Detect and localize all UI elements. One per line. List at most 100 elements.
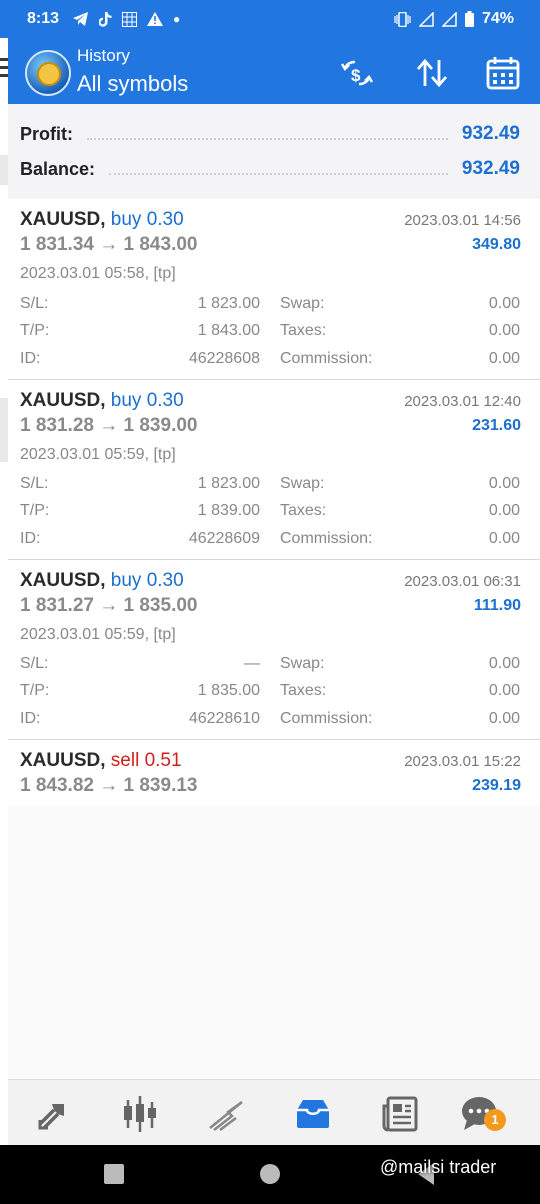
calendar-icon[interactable] [485,56,521,90]
sl-value: 1 823.00 [197,475,260,492]
deal-profit: 349.80 [472,236,521,253]
taxes-value: 0.00 [488,322,520,339]
detail-row: T/P: 1 843.00 Taxes: 0.00 [20,322,520,344]
swap-label: Swap: [280,475,325,492]
deal-close-time: 2023.03.01 12:40 [404,393,521,410]
detail-row: S/L: — Swap: 0.00 [20,655,520,677]
taxes-label: Taxes: [280,322,327,339]
commission-label: Commission: [280,530,373,547]
deal-prices: 1 831.28 → 1 839.00 [20,415,198,436]
commission-label: Commission: [280,350,373,367]
tiktok-icon [99,11,112,27]
deal-open-time: 2023.03.01 05:58, [tp] [20,265,176,282]
profit-label: Profit: [20,123,73,144]
signal-icon [418,11,434,27]
sort-icon[interactable] [414,56,450,90]
swap-label: Swap: [280,295,325,312]
tp-value: 1 839.00 [197,502,260,519]
id-label: ID: [20,350,41,367]
empty-list-area [8,806,540,1079]
deal-close-time: 2023.03.01 14:56 [404,212,521,229]
commission-label: Commission: [280,710,373,727]
watermark-text: @mailsi trader [380,1157,497,1177]
detail-row: ID: 46228610 Commission: 0.00 [20,710,520,732]
deal-open-time: 2023.03.01 05:59, [tp] [20,626,176,643]
symbols-icon[interactable]: $ [339,56,375,90]
recents-button[interactable] [104,1164,124,1184]
signal-icon-2 [441,11,457,27]
id-value: 46228609 [188,530,260,547]
calendar-grid-icon [122,11,138,27]
chat-badge: 1 [484,1109,506,1131]
svg-text:$: $ [351,66,361,85]
warning-icon [147,12,164,26]
detail-row: S/L: 1 823.00 Swap: 0.00 [20,475,520,497]
news-icon[interactable] [380,1094,420,1134]
sl-value: 1 823.00 [197,295,260,312]
commission-value: 0.00 [488,350,520,367]
tp-label: T/P: [20,502,50,519]
detail-row: S/L: 1 823.00 Swap: 0.00 [20,295,520,317]
status-time: 8:13 [27,10,60,27]
deal-symbol: XAUUSD, [20,750,106,771]
app-logo[interactable] [25,50,71,96]
tp-value: 1 843.00 [197,322,260,339]
id-value: 46228608 [188,350,260,367]
swap-value: 0.00 [488,475,520,492]
page-subtitle: History [77,46,130,65]
deal-item[interactable]: XAUUSD, sell 0.51 1 843.82 → 1 839.13 20… [8,740,540,807]
id-label: ID: [20,710,41,727]
detail-row: T/P: 1 835.00 Taxes: 0.00 [20,682,520,704]
vibrate-icon [394,11,411,27]
profit-row: Profit: 932.49 [20,120,520,148]
deal-symbol: XAUUSD, [20,390,106,411]
balance-value: 932.49 [461,158,520,179]
home-button[interactable] [260,1164,280,1184]
notification-icons: ● [73,11,181,27]
deal-item[interactable]: XAUUSD, buy 0.30 1 831.27 → 1 835.00 202… [8,560,540,740]
dot-icon: ● [173,12,181,26]
status-right: 74% [394,10,514,28]
id-label: ID: [20,530,41,547]
tp-value: 1 835.00 [197,682,260,699]
profit-value: 932.49 [461,123,520,144]
deal-profit: 231.60 [472,417,521,434]
taxes-label: Taxes: [280,682,327,699]
telegram-icon [73,12,89,26]
commission-value: 0.00 [488,530,520,547]
page-title[interactable]: All symbols [77,71,188,97]
edge-marker [0,398,8,462]
balance-row: Balance: 932.49 [20,155,520,183]
detail-row: ID: 46228608 Commission: 0.00 [20,350,520,372]
detail-row: ID: 46228609 Commission: 0.00 [20,530,520,552]
account-summary: Profit: 932.49 Balance: 932.49 [8,104,540,200]
taxes-value: 0.00 [488,502,520,519]
deal-symbol: XAUUSD, [20,570,106,591]
quotes-icon[interactable] [34,1094,74,1134]
deal-side: buy 0.30 [110,390,184,411]
trade-icon[interactable] [206,1094,246,1134]
deal-profit: 239.19 [472,777,521,794]
history-icon[interactable] [293,1094,333,1134]
deal-prices: 1 843.82 → 1 839.13 [20,775,198,796]
deal-close-time: 2023.03.01 06:31 [404,573,521,590]
deal-item[interactable]: XAUUSD, buy 0.30 1 831.34 → 1 843.00 202… [8,199,540,380]
commission-value: 0.00 [488,710,520,727]
balance-label: Balance: [20,158,96,179]
chart-icon[interactable] [120,1094,160,1134]
sl-label: S/L: [20,295,49,312]
deal-symbol: XAUUSD, [20,209,106,230]
deal-prices: 1 831.27 → 1 835.00 [20,595,198,616]
sl-label: S/L: [20,475,49,492]
deal-close-time: 2023.03.01 15:22 [404,753,521,770]
deal-side: sell 0.51 [110,750,182,771]
taxes-label: Taxes: [280,502,327,519]
deal-side: buy 0.30 [110,209,184,230]
detail-row: T/P: 1 839.00 Taxes: 0.00 [20,502,520,524]
swap-value: 0.00 [488,655,520,672]
status-bar: 8:13 ● 74% [0,0,540,38]
deal-side: buy 0.30 [110,570,184,591]
deal-item[interactable]: XAUUSD, buy 0.30 1 831.28 → 1 839.00 202… [8,380,540,560]
tp-label: T/P: [20,682,50,699]
battery-icon [464,11,474,27]
